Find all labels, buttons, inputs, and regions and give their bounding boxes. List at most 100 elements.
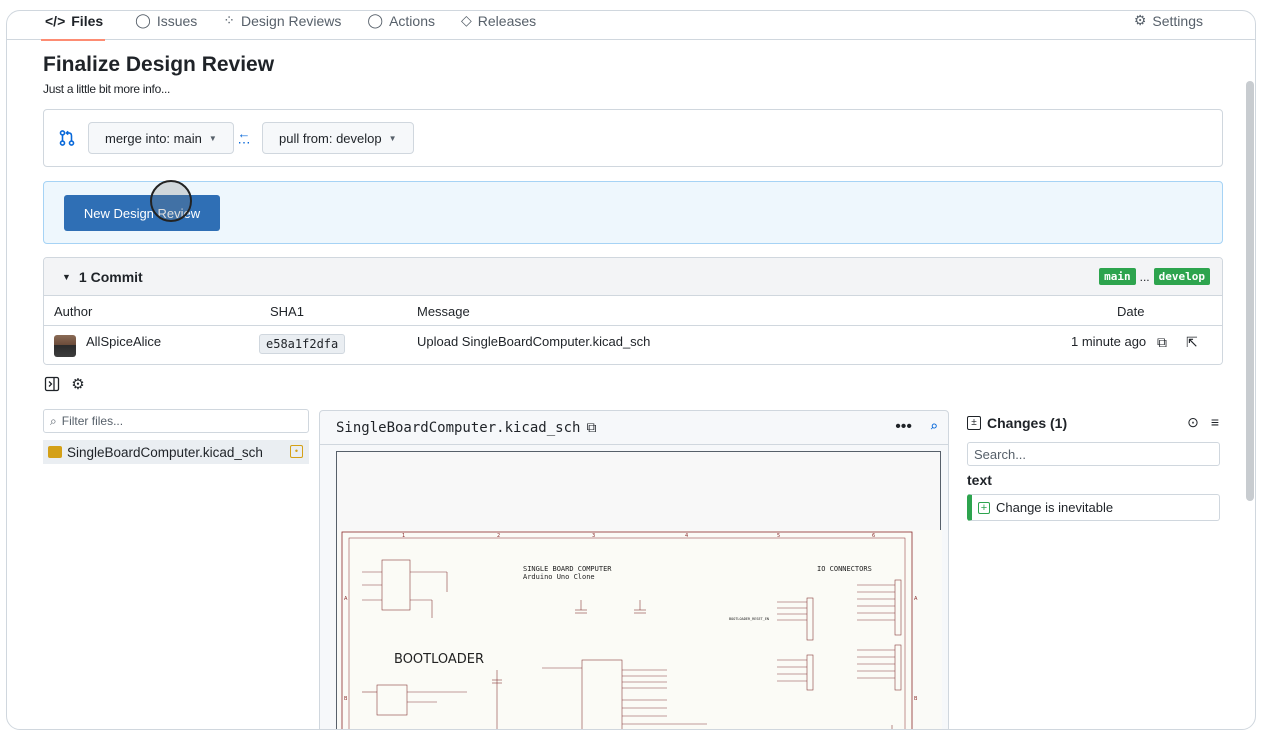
file-preview: SingleBoardComputer.kicad_sch ⧉ ••• ⌕ 1 … — [319, 410, 949, 729]
search-placeholder: Search... — [974, 446, 1027, 462]
compare-ellipsis: ... — [1139, 269, 1150, 284]
sheet-row-a: A — [344, 596, 348, 602]
actions-icon: ◯ — [367, 12, 384, 28]
issue-icon: ◯ — [135, 12, 151, 28]
modified-file-icon: • — [290, 445, 303, 458]
tab-actions-label: Actions — [389, 12, 435, 29]
browse-code-icon[interactable]: ⇱ — [1186, 334, 1198, 351]
click-indicator — [150, 180, 192, 222]
branch-compare-tags: main ... develop — [1099, 268, 1210, 285]
bootloader-label: BOOTLOADER — [394, 652, 484, 667]
avatar[interactable] — [54, 335, 76, 357]
io-connectors-label: IO CONNECTORS — [817, 565, 872, 573]
changes-search-input[interactable]: Search... — [967, 442, 1220, 466]
sheet-col-5: 5 — [777, 533, 780, 539]
app-window: </> Files ◯ Issues ⁘ Design Reviews ◯ Ac… — [6, 10, 1256, 730]
change-group-label: text — [967, 472, 992, 488]
diff-icon: ± — [967, 416, 981, 430]
col-message: Message — [417, 304, 470, 319]
tab-issues[interactable]: ◯ Issues — [135, 12, 197, 29]
schematic-subtitle: Arduino Uno Clone — [523, 573, 595, 581]
col-date: Date — [1117, 304, 1145, 319]
tab-design-reviews-label: Design Reviews — [241, 12, 342, 29]
added-icon: + — [978, 501, 990, 514]
sheet-col-4: 4 — [685, 533, 688, 539]
sheet-row-b-right: B — [914, 696, 918, 702]
file-view-toolbar: ⚙ — [43, 375, 87, 393]
page-title: Finalize Design Review — [43, 53, 275, 76]
schematic-viewer[interactable]: 1 2 3 4 5 6 A B A B SINGLE BOARD COMPUTE… — [336, 451, 942, 729]
file-name: SingleBoardComputer.kicad_sch — [67, 444, 263, 460]
chevron-down-icon: ▼ — [208, 133, 217, 143]
page-subtitle: Just a little bit more info... — [43, 82, 171, 96]
sheet-col-3: 3 — [592, 533, 595, 539]
commit-list-header[interactable]: ▼ 1 Commit main ... develop — [44, 258, 1222, 296]
tab-settings[interactable]: ⚙ Settings — [1134, 12, 1203, 29]
file-tree-item[interactable]: SingleBoardComputer.kicad_sch • — [43, 440, 309, 464]
changes-header-actions: ⊙ ≡ — [1187, 414, 1219, 431]
tab-files-label: Files — [71, 12, 104, 29]
design-review-icon: ⁘ — [223, 12, 236, 28]
copy-icon[interactable]: ⧉ — [586, 419, 596, 436]
chevron-down-icon: ▼ — [388, 133, 397, 143]
filter-icon[interactable]: ≡ — [1211, 414, 1219, 431]
sidebar-toggle-icon[interactable] — [43, 375, 61, 393]
tab-issues-label: Issues — [156, 12, 198, 29]
table-row: AllSpiceAlice e58a1f2dfa Upload SingleBo… — [44, 326, 1222, 364]
sheet-col-6: 6 — [872, 533, 875, 539]
active-tab-indicator — [41, 39, 105, 41]
changes-panel: ± Changes (1) ⊙ ≡ Search... text + Chang… — [967, 410, 1223, 521]
tab-files[interactable]: </> Files — [45, 13, 109, 29]
schematic-drawing: 1 2 3 4 5 6 A B A B SINGLE BOARD COMPUTE… — [337, 530, 942, 729]
col-author: Author — [54, 304, 93, 319]
sheet-row-b: B — [344, 696, 348, 702]
change-item-label: Change is inevitable — [996, 500, 1114, 515]
more-options-icon[interactable]: ••• — [895, 418, 912, 436]
commit-count: 1 Commit — [78, 268, 143, 285]
branch-selector-panel: merge into: main ▼ ← ⋯ pull from: develop… — [43, 109, 1223, 167]
preview-filename: SingleBoardComputer.kicad_sch — [336, 419, 581, 436]
col-sha: SHA1 — [270, 304, 304, 319]
base-branch-tag[interactable]: main — [1099, 268, 1136, 285]
commit-message[interactable]: Upload SingleBoardComputer.kicad_sch — [417, 334, 650, 349]
sheet-row-a-right: A — [914, 596, 918, 602]
eye-icon[interactable]: ⊙ — [1187, 414, 1199, 431]
new-design-review-button[interactable]: New Design Review — [64, 195, 220, 231]
page-scrollbar[interactable] — [1246, 81, 1254, 501]
copy-icon[interactable]: ⧉ — [1157, 334, 1167, 351]
sheet-col-2: 2 — [497, 533, 500, 539]
changes-title: Changes (1) — [987, 415, 1068, 431]
new-review-panel: New Design Review — [43, 180, 1223, 244]
search-icon: ⌕ — [50, 413, 57, 428]
settings-icon: ⚙ — [1133, 12, 1147, 28]
commit-date: 1 minute ago — [1071, 334, 1147, 349]
tab-actions[interactable]: ◯ Actions — [367, 12, 435, 29]
search-icon[interactable]: ⌕ — [930, 419, 938, 435]
head-branch-tag[interactable]: develop — [1153, 268, 1210, 285]
pull-from-dropdown[interactable]: pull from: develop ▼ — [262, 122, 414, 154]
net-label: BOOTLOADER_RESET_EN — [729, 617, 769, 621]
code-icon: </> — [45, 12, 66, 29]
gear-icon[interactable]: ⚙ — [69, 375, 87, 393]
arrow-left-icon: ← ⋯ — [237, 126, 251, 150]
commit-list: ▼ 1 Commit main ... develop Author SHA1 … — [43, 257, 1223, 365]
commit-author[interactable]: AllSpiceAlice — [86, 334, 161, 349]
change-item[interactable]: + Change is inevitable — [967, 494, 1220, 521]
tab-settings-label: Settings — [1152, 12, 1203, 29]
caret-down-icon: ▼ — [62, 271, 71, 282]
pull-from-label: pull from: develop — [279, 130, 382, 146]
commit-table-header: Author SHA1 Message Date — [44, 296, 1222, 326]
changes-header: ± Changes (1) ⊙ ≡ — [967, 410, 1223, 436]
filter-placeholder: Filter files... — [61, 414, 124, 428]
tag-icon: ◇ — [461, 12, 472, 28]
tab-design-reviews[interactable]: ⁘ Design Reviews — [223, 12, 341, 29]
pull-request-icon — [59, 130, 75, 146]
filter-files-input[interactable]: ⌕ Filter files... — [43, 409, 309, 433]
repo-nav: </> Files ◯ Issues ⁘ Design Reviews ◯ Ac… — [7, 11, 1255, 40]
tab-releases[interactable]: ◇ Releases — [461, 12, 536, 29]
sheet-col-1: 1 — [402, 533, 405, 539]
commit-sha[interactable]: e58a1f2dfa — [259, 334, 346, 354]
preview-header: SingleBoardComputer.kicad_sch ⧉ ••• ⌕ — [320, 411, 948, 445]
merge-into-label: merge into: main — [105, 130, 202, 146]
merge-into-dropdown[interactable]: merge into: main ▼ — [88, 122, 234, 154]
